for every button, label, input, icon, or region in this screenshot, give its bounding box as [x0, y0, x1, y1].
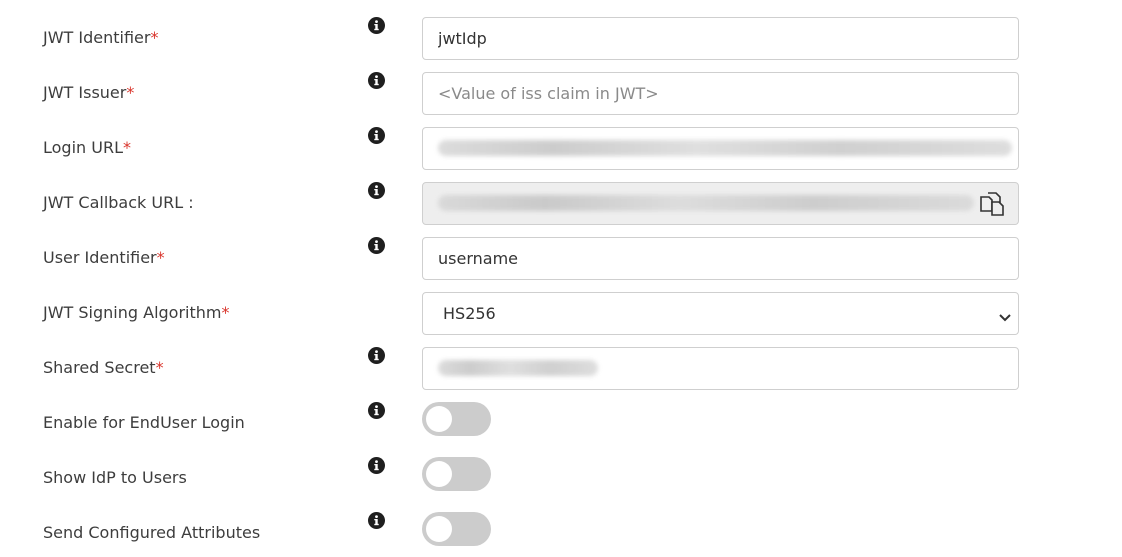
login-url-redacted-text — [438, 140, 1012, 156]
toggle-knob — [426, 516, 452, 542]
info-icon[interactable] — [368, 72, 385, 89]
required-marker: * — [126, 83, 135, 102]
jwt-identifier-label: JWT Identifier* — [43, 28, 159, 47]
toggle-knob — [426, 406, 452, 432]
info-icon[interactable] — [368, 402, 385, 419]
jwt-issuer-row: JWT Issuer* — [0, 72, 1122, 127]
jwt-callback-url-row: JWT Callback URL : — [0, 182, 1122, 237]
jwt-idp-config-form: JWT Identifier* JWT Issuer* Login URL* J… — [0, 0, 1122, 557]
info-icon[interactable] — [368, 512, 385, 529]
enable-enduser-login-toggle[interactable] — [422, 402, 491, 436]
info-icon[interactable] — [368, 457, 385, 474]
jwt-identifier-row: JWT Identifier* — [0, 17, 1122, 72]
callback-url-redacted-text — [438, 195, 974, 211]
info-icon[interactable] — [368, 182, 385, 199]
signing-algorithm-value: HS256 — [443, 304, 496, 323]
user-identifier-row: User Identifier* — [0, 237, 1122, 292]
signing-algorithm-select[interactable]: HS256 — [422, 292, 1019, 335]
required-marker: * — [150, 28, 159, 47]
signing-algorithm-label: JWT Signing Algorithm* — [43, 303, 230, 322]
signing-algorithm-row: JWT Signing Algorithm* HS256 — [0, 292, 1122, 347]
shared-secret-row: Shared Secret* — [0, 347, 1122, 402]
info-icon[interactable] — [368, 17, 385, 34]
copy-icon[interactable] — [978, 191, 1006, 217]
user-identifier-label: User Identifier* — [43, 248, 165, 267]
enable-enduser-login-row: Enable for EndUser Login — [0, 402, 1122, 457]
jwt-callback-url-label: JWT Callback URL : — [43, 193, 194, 212]
shared-secret-redacted-text — [438, 360, 598, 376]
login-url-label: Login URL* — [43, 138, 131, 157]
info-icon[interactable] — [368, 127, 385, 144]
jwt-identifier-input[interactable] — [422, 17, 1019, 60]
required-marker: * — [221, 303, 230, 322]
send-configured-attributes-row: Send Configured Attributes — [0, 512, 1122, 557]
user-identifier-input[interactable] — [422, 237, 1019, 280]
required-marker: * — [155, 358, 164, 377]
toggle-knob — [426, 461, 452, 487]
show-idp-to-users-toggle[interactable] — [422, 457, 491, 491]
shared-secret-label: Shared Secret* — [43, 358, 164, 377]
jwt-issuer-input[interactable] — [422, 72, 1019, 115]
send-configured-attributes-toggle[interactable] — [422, 512, 491, 546]
login-url-row: Login URL* — [0, 127, 1122, 182]
required-marker: * — [123, 138, 131, 157]
enable-enduser-login-label: Enable for EndUser Login — [43, 413, 245, 432]
show-idp-to-users-label: Show IdP to Users — [43, 468, 187, 487]
show-idp-to-users-row: Show IdP to Users — [0, 457, 1122, 512]
info-icon[interactable] — [368, 347, 385, 364]
chevron-down-icon — [998, 308, 1012, 327]
send-configured-attributes-label: Send Configured Attributes — [43, 523, 261, 542]
jwt-issuer-label: JWT Issuer* — [43, 83, 135, 102]
info-icon[interactable] — [368, 237, 385, 254]
required-marker: * — [156, 248, 165, 267]
